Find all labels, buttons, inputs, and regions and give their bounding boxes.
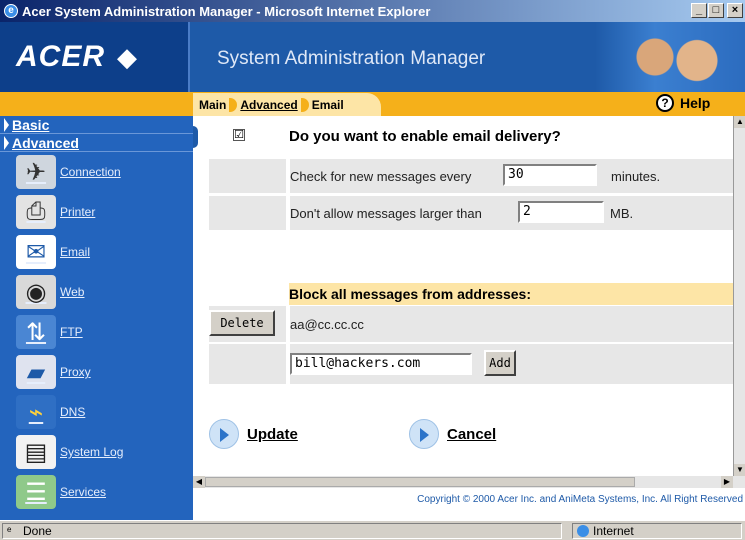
scroll-down-icon[interactable]: ▼ <box>734 464 745 476</box>
globe-icon <box>577 525 589 537</box>
header-photo <box>595 22 745 92</box>
cancel-button[interactable]: Cancel <box>409 419 496 449</box>
max-size-row: Don't allow messages larger than 2 MB. <box>209 196 733 230</box>
help-label: Help <box>680 95 711 111</box>
check-interval-unit: minutes. <box>611 169 661 184</box>
system-log-icon: ▤ <box>16 435 56 469</box>
sidebar: Basic Advanced ✈ Connection ⎙ Printer ✉ … <box>0 116 193 522</box>
security-zone: Internet <box>572 523 742 539</box>
max-size-label: Don't allow messages larger than <box>290 206 482 221</box>
sidebar-item-dns[interactable]: ⌁ DNS <box>0 392 193 432</box>
header-banner: ACER ◆ System Administration Manager <box>0 22 745 92</box>
enable-email-checkbox[interactable]: ☑ <box>233 129 245 141</box>
add-button[interactable]: Add <box>484 350 516 376</box>
delete-button[interactable]: Delete <box>209 310 275 336</box>
sidebar-item-connection[interactable]: ✈ Connection <box>0 152 193 192</box>
vertical-scrollbar[interactable]: ▲ ▼ <box>733 116 745 476</box>
check-interval-label: Check for new messages every <box>290 169 472 184</box>
dns-icon: ⌁ <box>16 395 56 429</box>
app-title: System Administration Manager <box>217 48 486 69</box>
status-text-cell: e Done <box>2 523 562 539</box>
status-text: Done <box>23 524 52 538</box>
breadcrumb-separator-icon <box>300 97 309 112</box>
ie-icon: e <box>4 4 18 18</box>
window-title: Acer System Administration Manager - Mic… <box>22 3 431 19</box>
printer-icon: ⎙ <box>16 195 56 229</box>
arrow-right-icon <box>4 135 9 150</box>
horizontal-scrollbar[interactable]: ◀ ▶ <box>193 476 745 488</box>
section-marker <box>193 126 198 148</box>
blocked-address-row: aa@cc.cc.cc <box>209 306 733 342</box>
add-address-row: bill@hackers.com Add <box>209 344 733 384</box>
blocked-address: aa@cc.cc.cc <box>290 317 364 332</box>
scroll-up-icon[interactable]: ▲ <box>734 116 745 128</box>
max-size-input[interactable]: 2 <box>518 201 604 223</box>
maximize-button[interactable]: □ <box>708 3 724 18</box>
horizontal-scroll-thumb[interactable] <box>205 477 635 487</box>
proxy-icon: ▰ <box>16 355 56 389</box>
sidebar-section-advanced[interactable]: Advanced <box>0 134 193 152</box>
breadcrumb-current: Email <box>311 97 344 112</box>
page-icon: e <box>7 525 12 534</box>
arrow-right-circle-icon <box>409 419 439 449</box>
sidebar-item-printer[interactable]: ⎙ Printer <box>0 192 193 232</box>
new-address-input[interactable]: bill@hackers.com <box>290 353 472 375</box>
status-bar: e Done Internet <box>0 520 745 540</box>
check-interval-input[interactable]: 30 <box>503 164 597 186</box>
window-titlebar: e Acer System Administration Manager - M… <box>0 0 745 22</box>
ftp-icon: ⇅ <box>16 315 56 349</box>
window-controls: _ □ × <box>691 3 743 18</box>
sidebar-item-web[interactable]: ◉ Web <box>0 272 193 312</box>
zone-label: Internet <box>593 524 634 538</box>
breadcrumb: Main Advanced Email <box>193 93 381 116</box>
services-icon: ☰ <box>16 475 56 509</box>
breadcrumb-separator-icon <box>229 97 238 112</box>
help-link[interactable]: ? Help <box>656 94 710 112</box>
arrow-right-circle-icon <box>209 419 239 449</box>
sidebar-item-ftp[interactable]: ⇅ FTP <box>0 312 193 352</box>
breadcrumb-advanced[interactable]: Advanced <box>240 98 297 112</box>
sidebar-item-system-log[interactable]: ▤ System Log <box>0 432 193 472</box>
sidebar-section-basic[interactable]: Basic <box>0 116 193 134</box>
breadcrumb-main[interactable]: Main <box>199 98 226 112</box>
arrow-right-icon <box>4 117 9 132</box>
scroll-right-icon[interactable]: ▶ <box>721 476 733 488</box>
copyright-footer: Copyright © 2000 Acer Inc. and AniMeta S… <box>193 488 745 520</box>
scroll-left-icon[interactable]: ◀ <box>193 476 205 488</box>
block-addresses-heading: Block all messages from addresses: <box>289 283 733 305</box>
sidebar-item-services[interactable]: ☰ Services <box>0 472 193 512</box>
minimize-button[interactable]: _ <box>691 3 707 18</box>
check-interval-row: Check for new messages every 30 minutes. <box>209 159 733 193</box>
update-button[interactable]: Update <box>209 419 298 449</box>
sidebar-item-proxy[interactable]: ▰ Proxy <box>0 352 193 392</box>
sidebar-item-email[interactable]: ✉ Email <box>0 232 193 272</box>
connection-icon: ✈ <box>16 155 56 189</box>
acer-logo-mark-icon: ◆ <box>117 41 138 72</box>
web-icon: ◉ <box>16 275 56 309</box>
acer-logo: ACER ◆ <box>0 22 190 92</box>
max-size-unit: MB. <box>610 206 634 221</box>
email-icon: ✉ <box>16 235 56 269</box>
close-button[interactable]: × <box>727 3 743 18</box>
main-content: ☑ Do you want to enable email delivery? … <box>193 116 733 476</box>
help-icon: ? <box>656 94 674 112</box>
